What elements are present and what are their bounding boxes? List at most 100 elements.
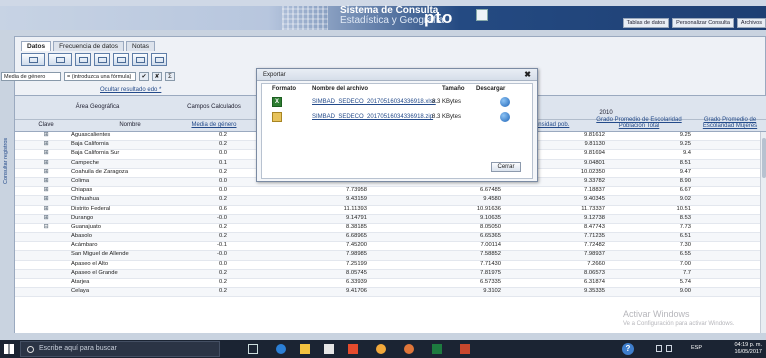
col-escolaridad-total[interactable]: Grado Promedio de Escolaridad Población … [593, 117, 685, 129]
row-densidad: 11.73337 [581, 205, 605, 212]
network-icon[interactable] [656, 345, 662, 352]
row-name: Apaseo el Alto [71, 260, 109, 267]
side-label[interactable]: Consultar registros [3, 133, 13, 189]
row-media-genero: 0.1 [218, 159, 227, 166]
row-escolaridad: 6.67 [679, 187, 691, 194]
expand-toggle-icon[interactable]: ⊞ [41, 196, 51, 202]
windows-start-icon[interactable] [4, 344, 14, 354]
input-language[interactable]: ESP [691, 345, 702, 352]
table-row[interactable]: Abasolo 0.2 6.68965 6.65365 7.71235 6.51 [15, 233, 766, 243]
table-row[interactable]: Celaya 0.2 9.41706 9.3102 9.35335 9.00 [15, 288, 766, 298]
task-view-icon[interactable] [248, 344, 258, 354]
row-media-genero: 0.0 [218, 187, 227, 194]
table-row[interactable]: ⊞ Chiapas 0.0 7.73958 6.67485 7.18837 6.67 [15, 187, 766, 197]
formula-input[interactable]: = (introduzca una fórmula) [64, 72, 136, 81]
file-explorer-icon[interactable] [300, 344, 310, 354]
row-escolaridad: 7.00 [679, 260, 691, 267]
expand-toggle-icon[interactable]: ⊞ [41, 132, 51, 138]
expand-toggle-icon[interactable]: ⊟ [41, 224, 51, 230]
download-icon[interactable] [500, 112, 510, 122]
link-archivos[interactable]: Archivos [736, 18, 766, 28]
help-icon[interactable]: ? [622, 343, 634, 355]
taskbar-search[interactable]: Escribe aquí para buscar [20, 341, 220, 357]
row-densidad: 7.71235 [584, 233, 605, 240]
tab-datos[interactable]: Datos [21, 41, 52, 51]
row-escolaridad: 8.51 [679, 159, 691, 166]
expand-toggle-icon[interactable]: ⊞ [41, 160, 51, 166]
cell-ref-select[interactable]: Media de género [1, 72, 61, 81]
row-escolaridad: 6.51 [679, 233, 691, 240]
excel-taskbar-icon[interactable] [432, 344, 442, 354]
row-media-genero: 0.2 [218, 168, 227, 175]
row-value-c: 7.00114 [480, 242, 501, 249]
table-row[interactable]: ⊞ Distrito Federal 0.6 11.11393 10.91636 11.7… [15, 206, 766, 215]
expand-toggle-icon[interactable]: ⊞ [41, 141, 51, 147]
expand-toggle-icon[interactable]: ⊞ [41, 187, 51, 193]
download-icon[interactable] [500, 97, 510, 107]
row-name: Guanajuato [71, 223, 101, 230]
cancel-formula-button[interactable]: ✘ [152, 72, 162, 81]
expand-toggle-icon[interactable]: ⊞ [41, 206, 51, 212]
expand-toggle-icon[interactable]: ⊞ [41, 169, 51, 175]
row-media-genero: 0.2 [218, 269, 227, 276]
header-banner: Sistema de Consulta Estadística y Geogra… [0, 0, 766, 30]
export-dropdown-button[interactable] [21, 53, 45, 66]
powerpoint-icon[interactable] [460, 344, 470, 354]
tab-notas[interactable]: Notas [125, 41, 155, 51]
table-row[interactable]: ⊞ Chihuahua 0.2 9.43159 9.4580 9.40345 9.02 [15, 196, 766, 206]
row-value-b: 7.25199 [346, 260, 367, 267]
col-nombre[interactable]: Nombre [85, 122, 175, 128]
close-icon[interactable]: ✖ [524, 69, 531, 81]
row-densidad: 7.98937 [584, 251, 605, 258]
toolbar [21, 53, 167, 66]
view-columns-button[interactable] [94, 53, 110, 66]
expand-toggle-icon[interactable]: ⊞ [41, 178, 51, 184]
tab-frecuencia[interactable]: Frecuencia de datos [53, 41, 124, 51]
edge-icon[interactable] [276, 344, 286, 354]
link-tablas-datos[interactable]: Tablas de datos [622, 18, 670, 28]
col-escolaridad-mujeres[interactable]: Grado Promedio de Escolaridad Mujeres [695, 117, 765, 129]
table-row[interactable]: Acámbaro -0.1 7.45200 7.00114 7.72482 7.30 [15, 242, 766, 252]
col-media-genero[interactable]: Media de género [183, 122, 245, 128]
clock-date: 16/05/2017 [734, 349, 762, 355]
view-map-button[interactable] [151, 53, 167, 66]
col-clave[interactable]: Clave [33, 122, 59, 128]
file-link-xlsx[interactable]: SIMBAD_SEDECO_20170516034336918.xlsx [312, 99, 436, 105]
view-grid-button[interactable] [75, 53, 91, 66]
view-rows-button[interactable] [113, 53, 129, 66]
view-pivot-button[interactable] [132, 53, 148, 66]
row-name: Abasolo [71, 233, 92, 240]
toggle-results-link[interactable]: Ocultar resultado edo * [100, 87, 161, 93]
clock[interactable]: 04:19 p. m. 16/05/2017 [734, 342, 762, 356]
link-personalizar-consulta[interactable]: Personalizar Consulta [672, 18, 734, 28]
grid-icon [78, 56, 88, 63]
table-row[interactable]: Apaseo el Grande 0.2 8.05745 7.81975 8.06573… [15, 269, 766, 279]
table-row[interactable]: San Miguel de Allende -0.0 7.98985 7.58852 7… [15, 251, 766, 261]
banner-graphic [282, 6, 328, 30]
volume-icon[interactable] [666, 345, 672, 352]
office-icon[interactable] [348, 344, 358, 354]
row-escolaridad: 9.00 [679, 288, 691, 295]
scroll-thumb[interactable] [762, 138, 766, 178]
chart-dropdown-button[interactable] [48, 53, 72, 66]
row-value-c: 7.81975 [480, 269, 501, 276]
store-icon[interactable] [324, 344, 334, 354]
chrome-icon[interactable] [376, 344, 386, 354]
close-dialog-button[interactable]: Cerrar [491, 162, 521, 172]
row-value-c: 6.57335 [480, 279, 501, 285]
expand-toggle-icon[interactable]: ⊞ [41, 150, 51, 156]
header-links: Tablas de datos Personalizar Consulta Ar… [622, 18, 766, 28]
file-link-zip[interactable]: SIMBAD_SEDECO_20170516034336918.zip [312, 114, 433, 120]
row-densidad: 8.06573 [584, 269, 605, 276]
row-value-c: 9.4580 [483, 196, 501, 203]
table-row[interactable]: Apaseo el Alto 0.0 7.25199 7.71430 7.2660 7.0… [15, 261, 766, 270]
table-scrollbar[interactable] [760, 132, 766, 333]
table-row[interactable]: Atarjea 0.2 6.33939 6.57335 6.31874 5.74 [15, 279, 766, 289]
table-row[interactable]: ⊞ Durango -0.0 9.14791 9.10635 9.12738 8.53 [15, 214, 766, 224]
expand-toggle-icon[interactable]: ⊞ [41, 215, 51, 221]
table-row[interactable]: ⊟ Guanajuato 0.2 8.38185 8.05050 8.47743 7.73 [15, 223, 766, 234]
row-value-b: 6.68965 [346, 233, 367, 240]
accept-formula-button[interactable]: ✔ [139, 72, 149, 81]
sigma-button[interactable]: Σ [165, 72, 175, 81]
firefox-icon[interactable] [404, 344, 414, 354]
